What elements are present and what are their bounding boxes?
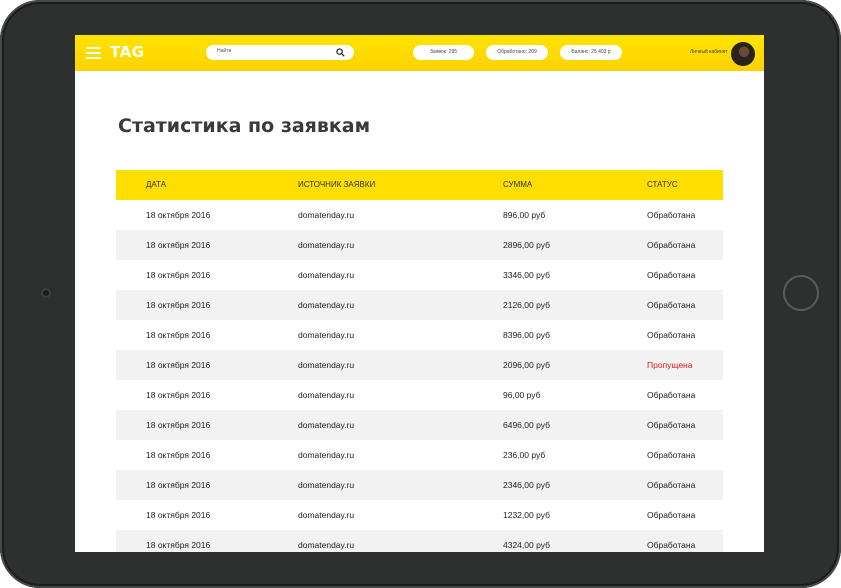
cell-date: 18 октября 2016 xyxy=(146,300,211,310)
cell-source: domatenday.ru xyxy=(298,300,355,310)
cell-source: domatenday.ru xyxy=(298,240,355,250)
requests-count-badge[interactable]: Заявок: 295 xyxy=(413,45,474,60)
table-row[interactable]: 18 октября 2016 domatenday.ru 2896,00 руб О… xyxy=(116,230,723,260)
cell-source: domatenday.ru xyxy=(298,270,355,280)
column-header-date[interactable]: ДАТА xyxy=(146,170,166,200)
cell-date: 18 октября 2016 xyxy=(146,480,211,490)
cell-amount: 896,00 руб xyxy=(503,210,546,220)
cell-status: Обработана xyxy=(647,510,696,520)
table-body: 18 октября 2016 domatenday.ru 896,00 руб Об… xyxy=(116,200,723,552)
top-bar: TAG Найти Заявок: 295 Обработано: 209 Ба… xyxy=(75,35,764,71)
cell-status: Обработана xyxy=(647,270,696,280)
camera-dot xyxy=(41,288,51,298)
cell-status: Обработана xyxy=(647,300,696,310)
processed-count-badge[interactable]: Обработано: 209 xyxy=(486,45,548,60)
table-row[interactable]: 18 октября 2016 domatenday.ru 2346,00 руб О… xyxy=(116,470,723,500)
table-row[interactable]: 18 октября 2016 domatenday.ru 8396,00 руб О… xyxy=(116,320,723,350)
cell-status: Обработана xyxy=(647,450,696,460)
table-row[interactable]: 18 октября 2016 domatenday.ru 1232,00 руб О… xyxy=(116,500,723,530)
home-button[interactable] xyxy=(783,275,819,311)
cell-date: 18 октября 2016 xyxy=(146,210,211,220)
stats-table: ДАТА ИСТОЧНИК ЗАЯВКИ СУММА СТАТУС 18 окт… xyxy=(116,170,723,552)
cell-date: 18 октября 2016 xyxy=(146,510,211,520)
cell-amount: 4324,00 руб xyxy=(503,540,550,550)
table-row[interactable]: 18 октября 2016 domatenday.ru 3346,00 руб О… xyxy=(116,260,723,290)
cell-date: 18 октября 2016 xyxy=(146,270,211,280)
cell-source: domatenday.ru xyxy=(298,480,355,490)
page-title: Статистика по заявкам xyxy=(118,115,371,137)
column-header-amount[interactable]: СУММА xyxy=(503,170,532,200)
table-header: ДАТА ИСТОЧНИК ЗАЯВКИ СУММА СТАТУС xyxy=(116,170,723,200)
cell-source: domatenday.ru xyxy=(298,420,355,430)
table-row[interactable]: 18 октября 2016 domatenday.ru 2096,00 руб П… xyxy=(116,350,723,380)
cell-source: domatenday.ru xyxy=(298,360,355,370)
cell-status: Обработана xyxy=(647,420,696,430)
cell-status: Обработана xyxy=(647,480,696,490)
cell-date: 18 октября 2016 xyxy=(146,240,211,250)
tablet-frame: TAG Найти Заявок: 295 Обработано: 209 Ба… xyxy=(0,0,841,588)
account-link[interactable]: Личный кабинет xyxy=(690,49,728,55)
avatar[interactable] xyxy=(731,42,755,66)
search-placeholder: Найти xyxy=(217,48,232,54)
table-row[interactable]: 18 октября 2016 domatenday.ru 2126,00 руб О… xyxy=(116,290,723,320)
cell-amount: 2346,00 руб xyxy=(503,480,550,490)
cell-amount: 8396,00 руб xyxy=(503,330,550,340)
table-row[interactable]: 18 октября 2016 domatenday.ru 96,00 руб Обр… xyxy=(116,380,723,410)
logo[interactable]: TAG xyxy=(110,43,145,61)
cell-date: 18 октября 2016 xyxy=(146,330,211,340)
cell-amount: 2896,00 руб xyxy=(503,240,550,250)
cell-date: 18 октября 2016 xyxy=(146,420,211,430)
cell-source: domatenday.ru xyxy=(298,390,355,400)
screen: TAG Найти Заявок: 295 Обработано: 209 Ба… xyxy=(75,35,764,552)
menu-icon[interactable] xyxy=(86,47,101,59)
cell-source: domatenday.ru xyxy=(298,510,355,520)
cell-amount: 1232,00 руб xyxy=(503,510,550,520)
cell-amount: 2126,00 руб xyxy=(503,300,550,310)
column-header-source[interactable]: ИСТОЧНИК ЗАЯВКИ xyxy=(298,170,375,200)
search-input[interactable]: Найти xyxy=(206,45,354,60)
cell-amount: 6496,00 руб xyxy=(503,420,550,430)
cell-source: domatenday.ru xyxy=(298,330,355,340)
cell-status: Обработана xyxy=(647,390,696,400)
cell-amount: 96,00 руб xyxy=(503,390,541,400)
column-header-status[interactable]: СТАТУС xyxy=(647,170,678,200)
cell-amount: 2096,00 руб xyxy=(503,360,550,370)
cell-amount: 3346,00 руб xyxy=(503,270,550,280)
cell-status: Обработана xyxy=(647,240,696,250)
cell-date: 18 октября 2016 xyxy=(146,540,211,550)
cell-status: Пропущена xyxy=(647,360,693,370)
cell-date: 18 октября 2016 xyxy=(146,360,211,370)
table-row[interactable]: 18 октября 2016 domatenday.ru 236,00 руб Об… xyxy=(116,440,723,470)
balance-badge[interactable]: Баланс: 25 403 р xyxy=(560,45,622,60)
cell-status: Обработана xyxy=(647,540,696,550)
cell-source: domatenday.ru xyxy=(298,540,355,550)
cell-date: 18 октября 2016 xyxy=(146,450,211,460)
table-row[interactable]: 18 октября 2016 domatenday.ru 4324,00 руб О… xyxy=(116,530,723,552)
table-row[interactable]: 18 октября 2016 domatenday.ru 6496,00 руб О… xyxy=(116,410,723,440)
table-row[interactable]: 18 октября 2016 domatenday.ru 896,00 руб Об… xyxy=(116,200,723,230)
cell-date: 18 октября 2016 xyxy=(146,390,211,400)
cell-source: domatenday.ru xyxy=(298,450,355,460)
search-icon[interactable] xyxy=(336,48,345,57)
cell-amount: 236,00 руб xyxy=(503,450,546,460)
cell-status: Обработана xyxy=(647,330,696,340)
cell-source: domatenday.ru xyxy=(298,210,355,220)
cell-status: Обработана xyxy=(647,210,696,220)
